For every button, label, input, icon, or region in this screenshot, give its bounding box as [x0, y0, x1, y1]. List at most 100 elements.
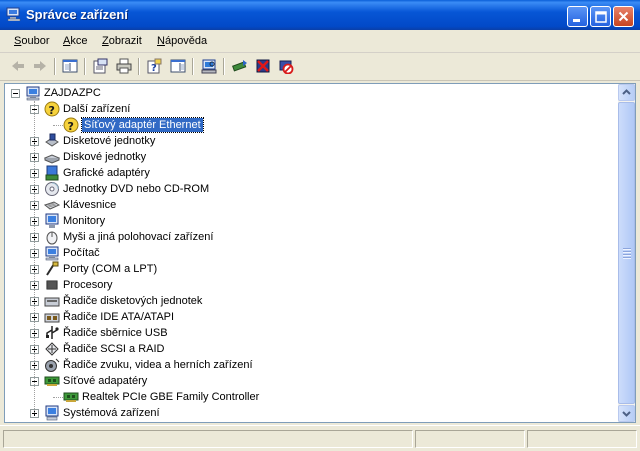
help-icon: ?: [147, 58, 162, 74]
console-tree-icon: [62, 59, 78, 73]
menu-napoveda[interactable]: Nápověda: [157, 35, 207, 47]
tree-node-label: Další zařízení: [63, 103, 131, 115]
display-adapter-icon: [44, 165, 60, 181]
network-adapter-icon: [63, 389, 79, 405]
computer-icon: [25, 85, 41, 101]
tree-node-radice-sbernice-usb[interactable]: Řadiče sběrnice USB: [5, 325, 605, 341]
scroll-up-button[interactable]: [618, 84, 635, 101]
tree-node-procesory[interactable]: Procesory: [5, 277, 605, 293]
tree-node-radice-scsi-a-raid[interactable]: Řadiče SCSI a RAID: [5, 341, 605, 357]
svg-text:?: ?: [68, 120, 74, 133]
forward-button[interactable]: [30, 57, 50, 75]
sound-icon: [44, 357, 60, 373]
minimize-button[interactable]: [567, 6, 588, 27]
menu-akce[interactable]: Akce: [63, 35, 87, 47]
tree-node-label: Řadiče SCSI a RAID: [63, 343, 165, 355]
monitor-icon: [44, 213, 60, 229]
tree-node-porty-com-a-lpt[interactable]: Porty (COM a LPT): [5, 261, 605, 277]
menu-soubor[interactable]: Soubor: [14, 35, 49, 47]
mouse-icon: [44, 229, 60, 245]
tree-node-dalsi-zarizeni[interactable]: ? Další zařízení: [5, 101, 605, 117]
network-adapter-icon: [44, 373, 60, 389]
show-hide-action-pane-button[interactable]: [168, 57, 188, 75]
device-manager-icon: [6, 7, 21, 21]
computer-icon: [44, 245, 60, 261]
tree-node-radice-zvuku-videa-a-hernich-zarizeni[interactable]: Řadiče zvuku, videa a herních zařízení: [5, 357, 605, 373]
update-driver-button[interactable]: [230, 57, 250, 75]
status-bar: [0, 425, 640, 451]
tree-node-label: Myši a jiná polohovací zařízení: [63, 231, 214, 243]
tree-node-diskove-jednotky[interactable]: Diskové jednotky: [5, 149, 605, 165]
tree-node-pocitac[interactable]: Počítač: [5, 245, 605, 261]
show-hide-tree-button[interactable]: [60, 57, 80, 75]
menu-napoveda-rest: ápověda: [164, 35, 208, 47]
title-bar[interactable]: Správce zařízení: [0, 0, 640, 30]
tree-node-mysi-a-jina-polohovaci-zarizeni[interactable]: Myši a jiná polohovací zařízení: [5, 229, 605, 245]
tree-node-label: Síťový adaptér Ethernet: [81, 117, 204, 133]
disk-drive-icon: [43, 149, 61, 165]
print-button[interactable]: [114, 57, 134, 75]
uninstall-button[interactable]: [253, 57, 273, 75]
unknown-device-icon: ?: [63, 117, 79, 133]
floppy-controller-icon: [44, 293, 60, 309]
menu-zobrazit[interactable]: Zobrazit: [102, 35, 142, 47]
back-button[interactable]: [8, 57, 28, 75]
tree-node-disketove-jednotky[interactable]: Disketové jednotky: [5, 133, 605, 149]
tree-node-label: Disketové jednotky: [63, 135, 156, 147]
tree-node-klavesnice[interactable]: Klávesnice: [5, 197, 605, 213]
properties-button[interactable]: [90, 57, 110, 75]
system-device-icon: [44, 405, 60, 421]
toolbar: ?: [0, 53, 640, 81]
status-pane-2: [415, 430, 525, 448]
tree-node-label: Diskové jednotky: [63, 151, 147, 163]
scroll-thumb[interactable]: [618, 102, 635, 404]
tree-node-zajdazpc[interactable]: ZAJDAZPC: [5, 85, 605, 101]
tree-node-label: Řadiče disketových jednotek: [63, 295, 203, 307]
menu-soubor-rest: oubor: [21, 35, 50, 47]
menu-akce-rest: kce: [70, 35, 88, 47]
scroll-down-button[interactable]: [618, 405, 635, 422]
uninstall-icon: [256, 59, 270, 73]
tree-node-systemova-zarizeni[interactable]: Systémová zařízení: [5, 405, 605, 421]
tree-node-label: ZAJDAZPC: [44, 87, 101, 99]
svg-text:?: ?: [151, 63, 157, 74]
tree-node-sitovy-adapter-ethernet[interactable]: ? Síťový adaptér Ethernet: [5, 117, 605, 133]
window-title: Správce zařízení: [26, 7, 128, 22]
tree-node-label: Monitory: [63, 215, 106, 227]
status-pane-main: [3, 430, 413, 448]
printer-icon: [116, 58, 132, 74]
tree-node-label: Řadiče sběrnice USB: [63, 327, 168, 339]
vertical-scrollbar[interactable]: [618, 84, 635, 422]
keyboard-icon: [43, 197, 61, 213]
usb-icon: [44, 325, 60, 341]
port-icon: [44, 261, 60, 277]
back-arrow-icon: [12, 61, 24, 71]
maximize-icon: [595, 11, 607, 23]
device-tree[interactable]: ZAJDAZPC ? Další zařízení? Síťový adaptér E…: [5, 84, 619, 422]
scsi-icon: [44, 341, 60, 357]
tree-node-label: Klávesnice: [63, 199, 117, 211]
update-driver-icon: [232, 60, 247, 72]
tree-node-radice-ide-ata-atapi[interactable]: Řadiče IDE ATA/ATAPI: [5, 309, 605, 325]
menu-bar: Soubor Akce Zobrazit Nápověda: [0, 30, 640, 53]
tree-node-jednotky-dvd-nebo-cd-rom[interactable]: Jednotky DVD nebo CD-ROM: [5, 181, 605, 197]
collapse-toggle[interactable]: [11, 89, 20, 98]
ide-controller-icon: [44, 309, 60, 325]
floppy-drive-icon: [44, 133, 60, 149]
maximize-button[interactable]: [590, 6, 611, 27]
scan-hardware-button[interactable]: [199, 57, 219, 75]
device-manager-window: Správce zařízení Soubor Akce Zobrazit Ná…: [0, 0, 640, 451]
close-icon: [618, 11, 629, 22]
tree-node-realtek-pcie-gbe-family-controller[interactable]: Realtek PCIe GBE Family Controller: [5, 389, 605, 405]
tree-node-label: Porty (COM a LPT): [63, 263, 158, 275]
tree-node-graficke-adaptery[interactable]: Grafické adaptéry: [5, 165, 605, 181]
tree-node-sitove-adapatery[interactable]: Síťové adapatéry: [5, 373, 605, 389]
tree-node-radice-disketovych-jednotek[interactable]: Řadiče disketových jednotek: [5, 293, 605, 309]
help-button[interactable]: ?: [144, 57, 164, 75]
disable-button[interactable]: [276, 57, 296, 75]
device-tree-panel: ZAJDAZPC ? Další zařízení? Síťový adaptér E…: [4, 83, 636, 423]
close-button[interactable]: [613, 6, 634, 27]
tree-node-monitory[interactable]: Monitory: [5, 213, 605, 229]
properties-icon: [93, 58, 108, 74]
minimize-icon: [573, 19, 580, 22]
